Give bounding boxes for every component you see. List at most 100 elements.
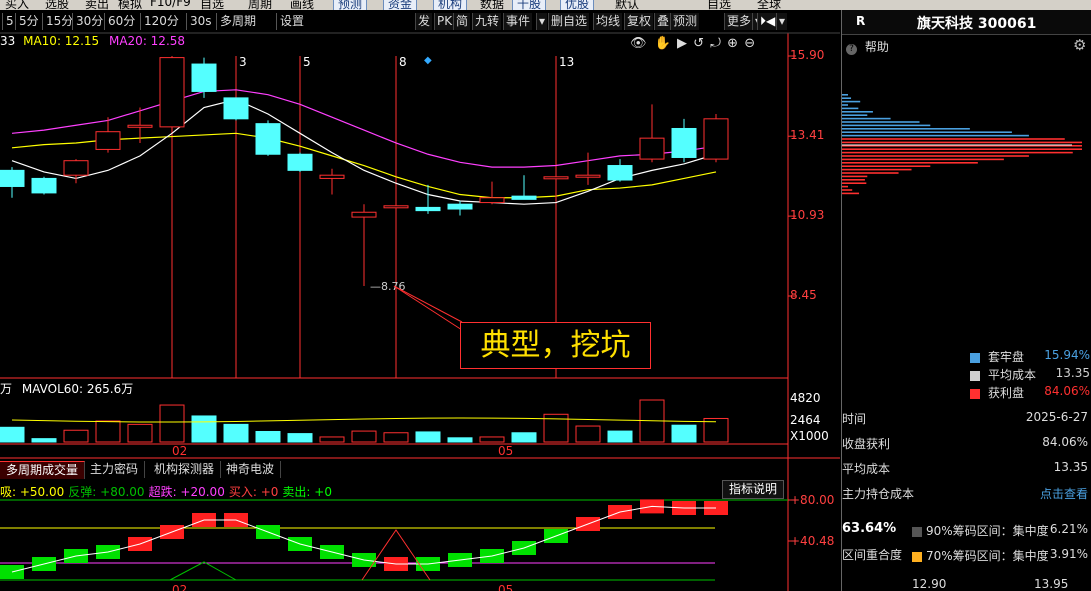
chip-bar: [842, 165, 931, 167]
volume-bar: [191, 415, 217, 443]
range-value: 3.91%: [1049, 547, 1088, 561]
candle-body: [543, 176, 569, 180]
volume-bar: [287, 433, 313, 443]
volume-bar: [671, 424, 697, 443]
legend-label: 平均成本: [988, 368, 1037, 382]
legend-label: 套牢盘: [988, 350, 1025, 364]
volume-bar: [479, 436, 505, 443]
chip-bar: [842, 121, 920, 123]
stat-row: 平均成本 13.35: [842, 460, 1088, 477]
stat-label: 平均成本: [842, 462, 891, 476]
volume-bar: [607, 430, 633, 443]
range-high: 13.95: [1034, 577, 1069, 591]
chip-bar: [842, 179, 865, 181]
volume-bar: [511, 432, 537, 443]
range-label: 70%筹码区间：集中度: [926, 549, 1049, 563]
indicator-tab[interactable]: 神奇电波: [220, 461, 282, 478]
range-row: 70%筹码区间：集中度 3.91%: [912, 547, 1088, 564]
chip-bar: [842, 168, 912, 171]
price-axis-label: 15.90: [790, 48, 825, 62]
volume-bar: [415, 431, 441, 443]
volume-axis-label: 2464: [790, 413, 821, 427]
chip-bar: [842, 134, 1029, 137]
concentration-label: 区间重合度: [842, 548, 903, 562]
volume-bar: [159, 404, 185, 443]
chip-sidebar: R 旗天科技 300061 ? 帮助 ⚙ 套牢盘 15.94% 平均成本 13.35 获…: [841, 10, 1091, 591]
legend-row: 获利盘 84.06%: [970, 384, 1090, 401]
chip-bar: [842, 117, 891, 120]
price-axis-label: 13.41: [790, 128, 825, 143]
indicator-axis-label: +40.48: [790, 534, 834, 548]
legend-swatch: [970, 352, 980, 363]
sidebar-header: R 旗天科技 300061: [842, 10, 1091, 35]
candle-body: [383, 205, 409, 209]
indicator-legend-item: 反弹: +80.00: [68, 485, 145, 499]
indicator-help-button[interactable]: 指标说明: [722, 480, 784, 499]
candle-body: [447, 203, 473, 210]
chip-bar: [842, 104, 848, 106]
indicator-legend-item: 买入: +0: [228, 485, 279, 499]
stock-title: 旗天科技 300061: [917, 16, 1037, 32]
stat-value[interactable]: 点击查看: [1040, 485, 1088, 502]
r-label: R: [856, 14, 866, 28]
concentration-pct: 63.64%: [842, 521, 897, 536]
volume-bar: [0, 426, 25, 443]
chip-bar: [842, 100, 861, 103]
stat-label: 时间: [842, 412, 867, 426]
callout-line-2: [393, 285, 463, 331]
chip-bar: [842, 148, 1082, 150]
legend-value: 15.94%: [1044, 348, 1090, 362]
candle-body: [479, 197, 505, 204]
indicator-month-label: 05: [498, 583, 513, 591]
low-price-label: —8.76: [370, 280, 406, 293]
volume-legend: 万 MAVOL60: 265.6万: [0, 380, 133, 397]
legend-swatch: [970, 370, 980, 381]
chip-bar: [842, 162, 978, 164]
event-label: 3: [239, 55, 247, 69]
chip-bar: [842, 107, 859, 110]
candle-body: [255, 123, 281, 155]
chip-bar: [842, 172, 899, 174]
legend-value: 84.06%: [1044, 384, 1090, 398]
legend-label: 获利盘: [988, 386, 1025, 400]
chip-bar: [842, 175, 868, 178]
candle-body: [31, 177, 57, 194]
help-icon: ?: [846, 44, 857, 55]
mavol-line: [11, 417, 717, 423]
chip-bar: [842, 124, 931, 127]
legend-swatch: [970, 388, 980, 399]
indicator-tab[interactable]: 机构探测器: [148, 461, 222, 478]
help-label: 帮助: [864, 40, 889, 54]
stat-label: 收盘获利: [842, 437, 891, 451]
range-row: 90%筹码区间：集中度 6.21%: [912, 522, 1088, 539]
volume-axis-label: X1000: [790, 429, 829, 443]
volume-bar: [351, 430, 377, 443]
chip-bar: [842, 192, 860, 195]
chip-distribution: [842, 94, 1082, 195]
indicator-tab[interactable]: 多周期成交量: [0, 461, 86, 479]
candle-body: [607, 165, 633, 181]
event-label: 8: [399, 55, 407, 69]
chip-bar: [842, 158, 1004, 161]
chip-bar: [842, 97, 852, 99]
volume-month-label: 05: [498, 444, 513, 458]
volume-bar: [127, 423, 153, 443]
indicator-axis-label: +80.00: [790, 493, 834, 507]
legend-value: 13.35: [1055, 366, 1090, 380]
price-axis-label: 10.93: [790, 208, 825, 223]
candle-body: [511, 195, 537, 200]
volume-bar: [319, 436, 345, 443]
help-row[interactable]: ? 帮助: [846, 38, 889, 55]
chip-bar: [842, 182, 867, 184]
gear-icon[interactable]: ⚙: [1073, 36, 1086, 54]
diamond-marker: ◆: [424, 55, 432, 66]
stat-value: 84.06%: [1042, 435, 1088, 449]
indicator-tab[interactable]: 主力密码: [84, 461, 146, 478]
candle-body: [287, 153, 313, 171]
legend-row: 平均成本 13.35: [970, 366, 1090, 383]
chip-bar: [842, 111, 873, 113]
annotation-callout: 典型，挖坑: [460, 322, 651, 369]
volume-axis-label: 4820: [790, 391, 821, 405]
chip-bar: [842, 128, 970, 130]
chip-bar: [842, 151, 1073, 154]
